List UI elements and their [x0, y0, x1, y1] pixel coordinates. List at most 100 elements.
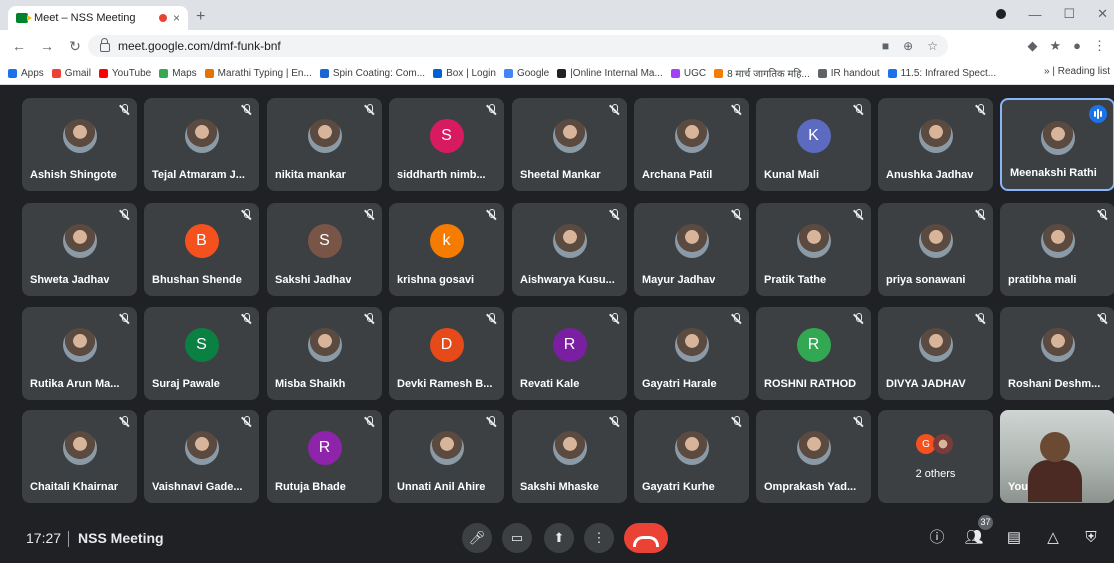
letter-avatar: D — [429, 328, 464, 362]
bookmark-item[interactable]: Google — [503, 68, 549, 79]
participant-tile[interactable]: Gayatri Harale — [634, 307, 749, 400]
participant-tile[interactable]: Rutika Arun Ma... — [22, 307, 137, 400]
bookmark-favicon-icon — [714, 68, 724, 78]
participant-tile[interactable]: Roshani Deshm... — [1000, 307, 1114, 400]
participant-tile[interactable]: B Bhushan Shende — [144, 203, 259, 296]
participant-tile[interactable]: pratibha mali — [1000, 203, 1114, 296]
participant-name: Chaitali Khairnar — [30, 481, 119, 493]
participant-tile[interactable]: S Suraj Pawale — [144, 307, 259, 400]
forward-arrow-icon[interactable]: → — [38, 38, 56, 54]
participant-tile[interactable]: R Rutuja Bhade — [267, 410, 382, 503]
zoom-icon[interactable]: ⊕ — [903, 39, 913, 53]
chat-icon[interactable]: ▤ — [1003, 527, 1025, 549]
participant-name: nikita mankar — [275, 169, 346, 181]
participant-tile[interactable]: Sakshi Mhaske — [512, 410, 627, 503]
bookmark-favicon-icon — [98, 68, 108, 78]
browser-tab-meet[interactable]: Meet – NSS Meeting × — [8, 6, 188, 30]
present-icon: ⬆ — [553, 530, 565, 545]
leave-call-button[interactable] — [624, 523, 668, 553]
reading-list-button[interactable]: » | Reading list — [1038, 66, 1110, 77]
mic-off-icon — [852, 209, 864, 221]
profile-dot-icon[interactable] — [996, 9, 1007, 19]
participant-tile[interactable]: Meenakshi Rathi — [1000, 98, 1114, 191]
participant-name: priya sonawani — [886, 274, 966, 286]
lock-icon[interactable] — [100, 37, 110, 52]
meeting-details-info-icon[interactable]: ⓘ — [926, 527, 948, 549]
participant-tile[interactable]: Aishwarya Kusu... — [512, 203, 627, 296]
url-text[interactable]: meet.google.com/dmf-funk-bnf — [118, 39, 281, 53]
chrome-menu-icon[interactable]: ⋮ — [1093, 38, 1106, 54]
profile-avatar-icon[interactable]: ● — [1073, 38, 1081, 54]
bookmark-label: Marathi Typing | En... — [217, 67, 312, 79]
participant-tile[interactable]: Ssiddharth nimb... — [389, 98, 504, 191]
participant-tile[interactable]: K Kunal Mali — [756, 98, 871, 191]
reload-icon[interactable]: ↻ — [66, 38, 84, 55]
participant-tile[interactable]: Ashish Shingote — [22, 98, 137, 191]
bookmark-item[interactable]: IR handout — [817, 68, 880, 79]
bookmark-item[interactable]: YouTube — [98, 68, 151, 79]
back-arrow-icon[interactable]: ← — [10, 38, 28, 54]
participant-tile[interactable]: Pratik Tathe — [756, 203, 871, 296]
profile-photo-avatar — [552, 119, 587, 153]
participant-tile[interactable]: Tejal Atmaram J... — [144, 98, 259, 191]
participant-tile[interactable]: Sheetal Mankar — [512, 98, 627, 191]
participant-tile[interactable]: Misba Shaikh — [267, 307, 382, 400]
bookmark-star-icon[interactable]: ☆ — [927, 39, 938, 53]
letter-avatar: R — [307, 431, 342, 465]
participant-tile[interactable]: Chaitali Khairnar — [22, 410, 137, 503]
window-close-icon[interactable]: ✕ — [1097, 6, 1108, 22]
participant-tile[interactable]: D Devki Ramesh B... — [389, 307, 504, 400]
extension-icon[interactable]: ◆ — [1027, 38, 1037, 54]
participant-tile[interactable]: Shweta Jadhav — [22, 203, 137, 296]
minimize-icon[interactable]: — — [1028, 7, 1041, 22]
meeting-title: NSS Meeting — [78, 530, 164, 546]
tab-close-icon[interactable]: × — [173, 11, 180, 25]
extensions-puzzle-icon[interactable]: ★ — [1049, 38, 1061, 54]
participant-name: krishna gosavi — [397, 274, 475, 286]
participant-tile[interactable]: Vaishnavi Gade... — [144, 410, 259, 503]
participant-tile[interactable]: Archana Patil — [634, 98, 749, 191]
participant-tile[interactable]: Omprakash Yad... — [756, 410, 871, 503]
participant-tile[interactable]: priya sonawani — [878, 203, 993, 296]
participant-name: Omprakash Yad... — [764, 481, 857, 493]
profile-photo-avatar — [307, 328, 342, 362]
self-video-tile[interactable]: You — [1000, 410, 1114, 503]
more-options-button[interactable]: ⋮ — [584, 523, 614, 553]
bookmark-item[interactable]: |Online Internal Ma... — [557, 68, 663, 79]
bookmark-favicon-icon — [8, 68, 17, 78]
participant-tile[interactable]: S Sakshi Jadhav — [267, 203, 382, 296]
participant-tile[interactable]: Gayatri Kurhe — [634, 410, 749, 503]
activities-icon[interactable]: △ — [1042, 527, 1064, 549]
bookmark-item[interactable]: Marathi Typing | En... — [204, 67, 312, 79]
new-tab-button[interactable]: + — [196, 8, 205, 26]
bookmark-item[interactable]: UGC — [670, 68, 706, 79]
mic-off-icon — [1096, 313, 1108, 325]
others-tile[interactable]: G 2 others — [878, 410, 993, 503]
bookmark-item[interactable]: Box | Login — [433, 68, 496, 79]
bookmark-item[interactable]: Spin Coating: Com... — [319, 68, 425, 79]
participant-tile[interactable]: Mayur Jadhav — [634, 203, 749, 296]
participant-tile[interactable]: R ROSHNI RATHOD — [756, 307, 871, 400]
camera-indicator-icon[interactable]: ■ — [882, 39, 889, 53]
bookmark-item[interactable]: Apps — [8, 68, 44, 79]
participant-tile[interactable]: R Revati Kale — [512, 307, 627, 400]
participant-tile[interactable]: Unnati Anil Ahire — [389, 410, 504, 503]
present-screen-button[interactable]: ⬆ — [544, 523, 574, 553]
participant-tile[interactable]: k krishna gosavi — [389, 203, 504, 296]
profile-photo-avatar — [62, 431, 97, 465]
host-controls-shield-icon[interactable]: ⛨ — [1080, 527, 1102, 549]
microphone-button[interactable]: 🎤︎ — [462, 523, 492, 553]
participant-tile[interactable]: nikita mankar — [267, 98, 382, 191]
camera-button[interactable]: ▭ — [502, 523, 532, 553]
maximize-icon[interactable]: ☐ — [1063, 6, 1075, 22]
address-bar[interactable]: meet.google.com/dmf-funk-bnf ■ ⊕ ☆ — [88, 35, 948, 57]
profile-photo-avatar — [307, 119, 342, 153]
participant-tile[interactable]: Anushka Jadhav — [878, 98, 993, 191]
bookmark-item[interactable]: Maps — [159, 68, 197, 79]
bookmarks-overflow-icon[interactable]: » — [1044, 66, 1050, 77]
bookmark-item[interactable]: 8 मार्च जागतिक महि... — [714, 66, 810, 80]
bookmark-item[interactable]: 11.5: Infrared Spect... — [887, 68, 996, 79]
people-icon[interactable]: 👥︎ — [963, 527, 985, 549]
participant-tile[interactable]: DIVYA JADHAV — [878, 307, 993, 400]
bookmark-item[interactable]: Gmail — [51, 68, 91, 79]
